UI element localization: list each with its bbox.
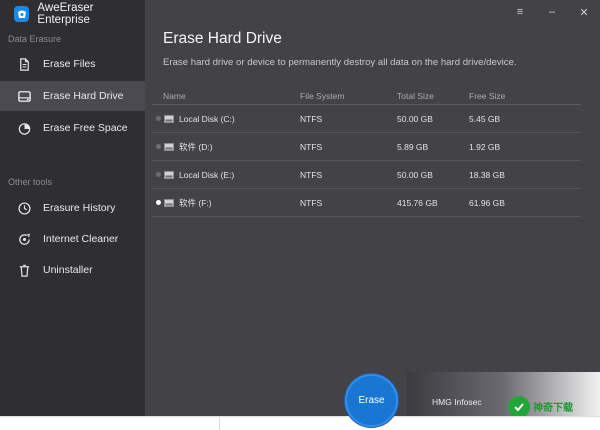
- drive-icon: [164, 170, 174, 179]
- nav-item-label: Internet Cleaner: [43, 233, 119, 245]
- total-size: 50.00 GB: [397, 113, 433, 124]
- page-description: Erase hard drive or device to permanentl…: [163, 57, 517, 68]
- column-header-free-size[interactable]: Free Size: [469, 87, 505, 104]
- page-title: Erase Hard Drive: [163, 30, 282, 47]
- file-icon: [16, 56, 32, 72]
- drive-icon: [164, 198, 174, 207]
- nav-item-erase-free-space[interactable]: Erase Free Space: [0, 113, 145, 143]
- drive-name: Local Disk (E:): [179, 169, 235, 180]
- drive-radio[interactable]: [152, 105, 164, 132]
- nav-item-erase-hard-drive[interactable]: Erase Hard Drive: [0, 81, 145, 111]
- sidebar: AweEraser Enterprise Data Erasure Erase …: [0, 0, 145, 416]
- drive-radio[interactable]: [152, 133, 164, 160]
- divider: [219, 416, 220, 430]
- drive-table: Name File System Total Size Free Size Lo…: [152, 87, 581, 217]
- drive-name: 软件 (F:): [179, 197, 212, 208]
- nav-item-uninstaller[interactable]: Uninstaller: [0, 255, 145, 285]
- total-size: 415.76 GB: [397, 197, 438, 208]
- table-row[interactable]: Local Disk (E:) NTFS 50.00 GB 18.38 GB: [152, 161, 581, 189]
- drive-radio[interactable]: [152, 161, 164, 188]
- file-system: NTFS: [300, 141, 323, 152]
- table-row[interactable]: 软件 (D:) NTFS 5.89 GB 1.92 GB: [152, 133, 581, 161]
- file-system: NTFS: [300, 113, 323, 124]
- nav-item-label: Erasure History: [43, 202, 116, 214]
- section-label-other-tools: Other tools: [8, 177, 53, 187]
- erase-button[interactable]: Erase: [345, 374, 398, 427]
- nav-item-label: Erase Files: [43, 58, 96, 70]
- browser-cleaner-icon: [16, 231, 32, 247]
- bottom-strip: [0, 416, 600, 430]
- file-system: NTFS: [300, 169, 323, 180]
- free-size: 5.45 GB: [469, 113, 501, 124]
- total-size: 5.89 GB: [397, 141, 429, 152]
- drive-radio-selected[interactable]: [152, 189, 164, 216]
- company-label: HMG Infosec: [432, 397, 482, 407]
- drive-name: Local Disk (C:): [179, 113, 235, 124]
- column-header-file-system[interactable]: File System: [300, 87, 344, 104]
- history-clock-icon: [16, 200, 32, 216]
- nav-item-internet-cleaner[interactable]: Internet Cleaner: [0, 224, 145, 254]
- table-row[interactable]: Local Disk (C:) NTFS 50.00 GB 5.45 GB: [152, 105, 581, 133]
- watermark-text: 神奇下载: [533, 403, 573, 414]
- app-logo-icon: [14, 6, 30, 22]
- minimize-button[interactable]: –: [536, 3, 568, 21]
- table-row[interactable]: 软件 (F:) NTFS 415.76 GB 61.96 GB: [152, 189, 581, 217]
- column-header-name[interactable]: Name: [163, 87, 186, 104]
- nav-item-erasure-history[interactable]: Erasure History: [0, 193, 145, 223]
- main-panel: ≡ – ✕ Erase Hard Drive Erase hard drive …: [145, 0, 600, 416]
- trash-bin-icon: [16, 262, 32, 278]
- pie-chart-icon: [16, 120, 32, 136]
- drive-icon: [164, 142, 174, 151]
- app-brand: AweEraser Enterprise: [14, 2, 145, 26]
- file-system: NTFS: [300, 197, 323, 208]
- free-size: 18.38 GB: [469, 169, 505, 180]
- drive-name: 软件 (D:): [179, 141, 213, 152]
- watermark-logo-icon: [508, 396, 530, 418]
- free-size: 1.92 GB: [469, 141, 501, 152]
- drive-icon: [164, 114, 174, 123]
- free-size: 61.96 GB: [469, 197, 505, 208]
- nav-item-label: Uninstaller: [43, 264, 93, 276]
- close-button[interactable]: ✕: [568, 3, 600, 21]
- column-header-total-size[interactable]: Total Size: [397, 87, 434, 104]
- hard-drive-icon: [16, 88, 32, 104]
- table-header: Name File System Total Size Free Size: [152, 87, 581, 105]
- window-controls: ≡ – ✕: [504, 3, 600, 21]
- nav-item-label: Erase Hard Drive: [43, 90, 124, 102]
- menu-button[interactable]: ≡: [504, 3, 536, 21]
- total-size: 50.00 GB: [397, 169, 433, 180]
- app-title: AweEraser Enterprise: [37, 2, 94, 26]
- nav-item-label: Erase Free Space: [43, 122, 128, 134]
- nav-item-erase-files[interactable]: Erase Files: [0, 49, 145, 79]
- section-label-data-erasure: Data Erasure: [8, 34, 62, 44]
